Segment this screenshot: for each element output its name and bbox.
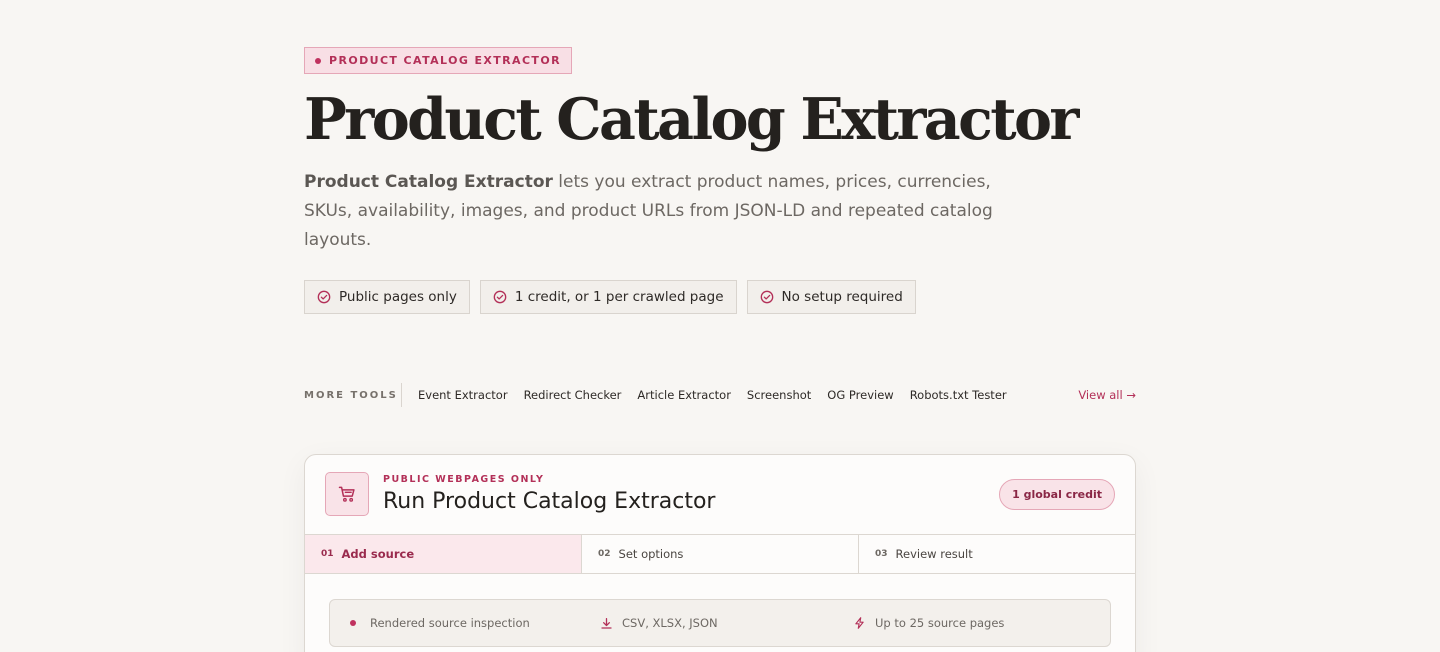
info-formats: CSV, XLSX, JSON [600,616,718,630]
link-og-preview[interactable]: OG Preview [827,388,893,402]
check-circle-icon [760,290,773,304]
run-tool-card: PUBLIC WEBPAGES ONLY Run Product Catalog… [304,454,1136,652]
link-event-extractor[interactable]: Event Extractor [418,388,508,402]
more-tools-bar: MORE TOOLS Event Extractor Redirect Chec… [304,383,1136,407]
more-tools-label: MORE TOOLS [304,389,398,401]
step-number: 02 [598,549,611,559]
info-label: Up to 25 source pages [875,616,1005,630]
badge-dot-icon [315,57,321,64]
page-description: Product Catalog Extractor lets you extra… [304,168,1004,255]
divider [401,383,402,407]
description-bold: Product Catalog Extractor [304,172,553,192]
info-rendered-source: Rendered source inspection [350,616,530,630]
link-robots-tester[interactable]: Robots.txt Tester [910,388,1007,402]
bolt-icon [855,617,864,629]
page-title: Product Catalog Extractor [304,86,1079,153]
card-eyebrow: PUBLIC WEBPAGES ONLY [383,474,545,485]
credit-badge: 1 global credit [999,479,1115,510]
link-redirect-checker[interactable]: Redirect Checker [524,388,622,402]
tool-badge: PRODUCT CATALOG EXTRACTOR [304,47,572,74]
step-review-result[interactable]: 03 Review result [859,535,1135,573]
link-article-extractor[interactable]: Article Extractor [637,388,731,402]
badge-label: PRODUCT CATALOG EXTRACTOR [329,54,561,67]
chip-label: No setup required [781,289,903,305]
page: PRODUCT CATALOG EXTRACTOR Product Catalo… [0,0,1440,652]
check-circle-icon [317,290,331,304]
download-icon [601,617,612,629]
card-title: Run Product Catalog Extractor [383,489,716,514]
view-all-link[interactable]: View all → [1078,388,1136,402]
check-circle-icon [493,290,507,304]
cart-icon-box [325,472,369,516]
chip-no-setup: No setup required [746,280,916,314]
dot-icon [350,620,356,626]
info-label: CSV, XLSX, JSON [622,616,718,630]
chip-public-pages: Public pages only [304,280,470,314]
info-label: Rendered source inspection [370,616,530,630]
step-label: Add source [341,547,415,561]
step-label: Set options [618,547,684,561]
chip-label: 1 credit, or 1 per crawled page [514,289,724,305]
cart-icon [338,486,355,502]
step-tabs: 01 Add source 02 Set options 03 Review r… [305,535,1135,574]
info-strip: Rendered source inspection CSV, XLSX, JS… [329,599,1111,647]
step-add-source[interactable]: 01 Add source [305,535,582,573]
step-label: Review result [895,547,973,561]
step-number: 03 [875,549,888,559]
card-header: PUBLIC WEBPAGES ONLY Run Product Catalog… [305,455,1135,535]
chip-label: Public pages only [339,289,457,305]
feature-chips: Public pages only 1 credit, or 1 per cra… [304,280,916,314]
step-set-options[interactable]: 02 Set options [582,535,859,573]
chip-credit: 1 credit, or 1 per crawled page [479,280,737,314]
link-screenshot[interactable]: Screenshot [747,388,811,402]
info-page-limit: Up to 25 source pages [853,616,1004,630]
more-tools-links: Event Extractor Redirect Checker Article… [418,388,1007,402]
step-number: 01 [321,549,334,559]
